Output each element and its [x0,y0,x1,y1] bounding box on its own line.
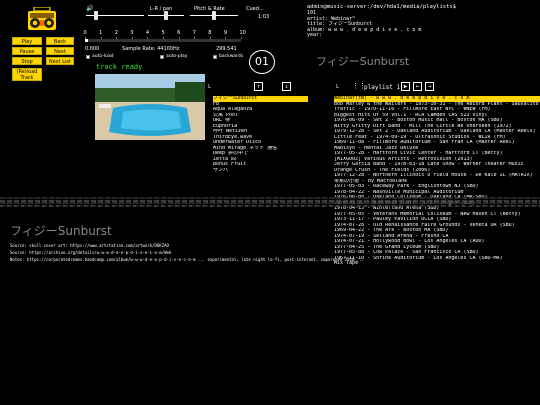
scale-label: 2 [114,30,118,36]
pause-button[interactable]: Pause [12,47,42,55]
info-line: album: w w w . d e e p d i v e . c o m [307,26,422,33]
scale-label: 3 [130,30,134,36]
next-button[interactable]: Next [46,47,74,55]
playlist-next-button[interactable]: → [425,82,434,91]
source-line: Source: https://archive.org/details/w-w-… [10,250,172,255]
pan-label: L-R / pan [150,6,173,12]
scale-label: 6 [177,30,181,36]
progress-bar[interactable] [85,39,241,42]
shell-prompt: admin@music-server:/dev/hda1/media/playl… [307,4,457,10]
scale-label: 5 [161,30,165,36]
tracklist-up-button[interactable]: ↑ [254,82,263,91]
scale-label: 7 [192,30,196,36]
scale-label: 0 [83,30,87,36]
scale-label: 8 [208,30,212,36]
scale-label: 1 [99,30,103,36]
auto-play-label: auto-play [166,54,188,59]
scale-label: 4 [145,30,150,36]
scale-tick [241,37,242,39]
playlist: Webinar(tm) - w w w . d e e p d i v e . … [334,96,540,267]
backwards-label: backwards [219,54,244,59]
tracklist-header: L [208,84,212,90]
auto-play-checkbox[interactable] [160,55,164,59]
progress-fill [85,39,89,42]
sample-value: 299.541 [216,46,237,52]
playlist-prev-button[interactable]: ▶ [401,82,410,91]
backwards-checkbox[interactable] [213,55,217,59]
now-playing-title: フィジーSunburst [316,55,410,68]
tracklist-item[interactable]: サンバ [213,168,308,174]
track-info: 101 artist: Webinar™ title: フィジーSunburst… [307,10,422,39]
scale-label: 9 [223,30,228,36]
glitch-line [0,204,540,207]
boombox-logo-icon [28,7,56,30]
notes-line: Notes: https://corporatedreams.bandcamp.… [10,257,365,262]
pitch-label: Pitch & Rate [194,6,225,12]
next-list-button[interactable]: Next List [46,57,74,65]
sources-block: Source: skull cover art: https://www.art… [10,242,364,263]
stop-button[interactable]: Stop [12,57,42,65]
cued-label: Cued... [246,6,264,12]
tracklist-down-button[interactable]: ↓ [282,82,291,91]
sample-rate-label: Sample Rate: 44100Hz [122,46,180,52]
position-value: 0.000 [85,46,100,52]
track-number-badge: 01 [249,50,275,74]
playlist-title: playlist 1 [364,84,401,91]
cued-value: 1:03 [258,14,270,20]
reload-track-button[interactable]: (Re)load Track [12,68,42,81]
playlist-item[interactable]: Mix Tape [334,261,540,267]
source-line: Source: skull cover art: https://www.art… [10,243,169,248]
play-button[interactable]: Play [12,37,42,45]
scale-label: 10 [239,30,246,36]
auto-load-checkbox[interactable] [86,55,90,59]
info-line: year: [307,32,323,38]
track-ready-status: track ready [96,63,143,71]
playlist-header: L [336,84,340,90]
large-title: フィジーSunburst [10,224,112,238]
volume-icon: 🔊 [86,5,94,12]
track-number: 01 [255,55,269,68]
tracklist: フィジーSunburst Fb Aqua Alaganza 公寓 Pool URL 待E… [213,96,308,173]
playlist-back-button[interactable]: ← [413,82,422,91]
back-button[interactable]: Back [46,37,74,45]
auto-load-label: auto-load [92,54,114,59]
album-art-image [95,74,205,140]
